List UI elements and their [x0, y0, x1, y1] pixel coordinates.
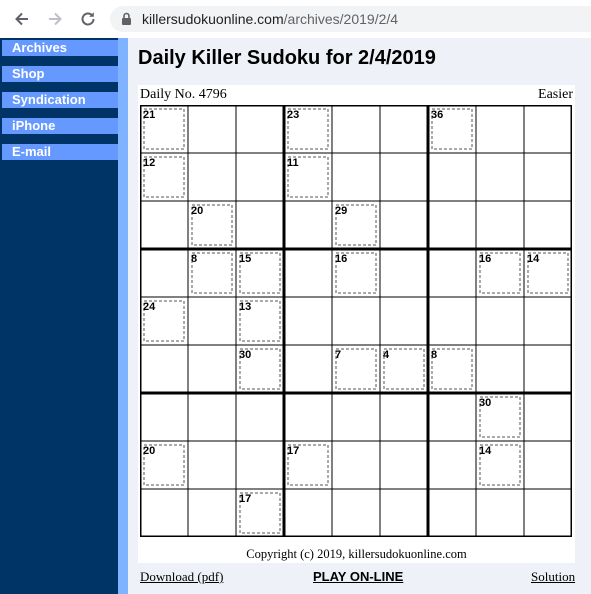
- forward-arrow-icon: [49, 12, 62, 26]
- sidebar-item-syndication[interactable]: Syndication: [2, 92, 118, 108]
- cage-sum-label: 24: [143, 301, 156, 313]
- cage-sum-label: 20: [143, 445, 155, 457]
- cage-sum-label: 30: [479, 397, 491, 409]
- forward-button[interactable]: [44, 8, 66, 30]
- back-arrow-icon: [15, 12, 28, 26]
- daily-number: Daily No. 4796: [140, 87, 227, 102]
- solution-link[interactable]: Solution: [531, 569, 575, 585]
- cage-outline: [431, 348, 473, 390]
- copyright-notice: Copyright (c) 2019, killersudokuonline.c…: [246, 547, 467, 561]
- cage-sum-label: 8: [431, 349, 437, 361]
- cage-sum-label: 21: [143, 109, 155, 121]
- main-content: Daily Killer Sudoku for 2/4/2019 Daily N…: [128, 38, 591, 594]
- cage-sum-label: 11: [287, 157, 299, 169]
- cage-sum-label: 4: [383, 349, 390, 361]
- cage-sum-label: 12: [143, 157, 155, 169]
- sidebar: Archives Shop Syndication iPhone E-mail: [0, 38, 118, 594]
- back-button[interactable]: [11, 8, 33, 30]
- cage-sum-label: 16: [479, 253, 491, 265]
- cage-sum-label: 15: [239, 253, 251, 265]
- url-path: /archives/2019/2/4: [283, 11, 399, 27]
- sidebar-item-archives[interactable]: Archives: [2, 40, 118, 56]
- cage-sum-label: 30: [239, 349, 251, 361]
- puzzle-sheet: Daily No. 4796 Easier 21 23 36 12 11 20 29 8 15 1…: [138, 85, 575, 563]
- url-text: killersudokuonline.com/archives/2019/2/4: [142, 11, 398, 27]
- lock-icon: [122, 12, 131, 25]
- cage-sum-label: 14: [527, 253, 540, 265]
- cage-sum-label: 16: [335, 253, 347, 265]
- browser-toolbar: killersudokuonline.com/archives/2019/2/4: [0, 0, 591, 39]
- address-bar[interactable]: killersudokuonline.com/archives/2019/2/4: [110, 6, 591, 32]
- cage-outline: [335, 348, 377, 390]
- reload-button[interactable]: [77, 8, 99, 30]
- download-pdf-link[interactable]: Download (pdf): [140, 569, 223, 585]
- sidebar-item-shop[interactable]: Shop: [2, 66, 118, 82]
- cage-sum-label: 17: [239, 493, 251, 505]
- cage-sum-label: 23: [287, 109, 299, 121]
- page-title: Daily Killer Sudoku for 2/4/2019: [138, 47, 436, 69]
- sidebar-divider: [118, 38, 128, 594]
- play-online-link[interactable]: PLAY ON-LINE: [313, 569, 403, 584]
- sidebar-item-iphone[interactable]: iPhone: [2, 118, 118, 134]
- cage-sum-label: 20: [191, 205, 203, 217]
- cage-sum-label: 8: [191, 253, 197, 265]
- cage-sum-label: 29: [335, 205, 347, 217]
- cage-sum-label: 17: [287, 445, 299, 457]
- killer-sudoku-grid: 21 23 36 12 11 20 29 8 15 16 16 14 24 13 30 7 4 8 30 20 17 14…: [140, 105, 572, 537]
- sidebar-item-email[interactable]: E-mail: [2, 144, 118, 160]
- cage-sum-label: 36: [431, 109, 443, 121]
- cage-sum-label: 7: [335, 349, 341, 361]
- cage-outline: [191, 252, 233, 294]
- url-host: killersudokuonline.com: [142, 11, 284, 27]
- cage-sum-label: 14: [479, 445, 492, 457]
- difficulty-label: Easier: [538, 87, 573, 102]
- cage-outline: [383, 348, 425, 390]
- cage-sum-label: 13: [239, 301, 251, 313]
- reload-icon: [81, 12, 95, 26]
